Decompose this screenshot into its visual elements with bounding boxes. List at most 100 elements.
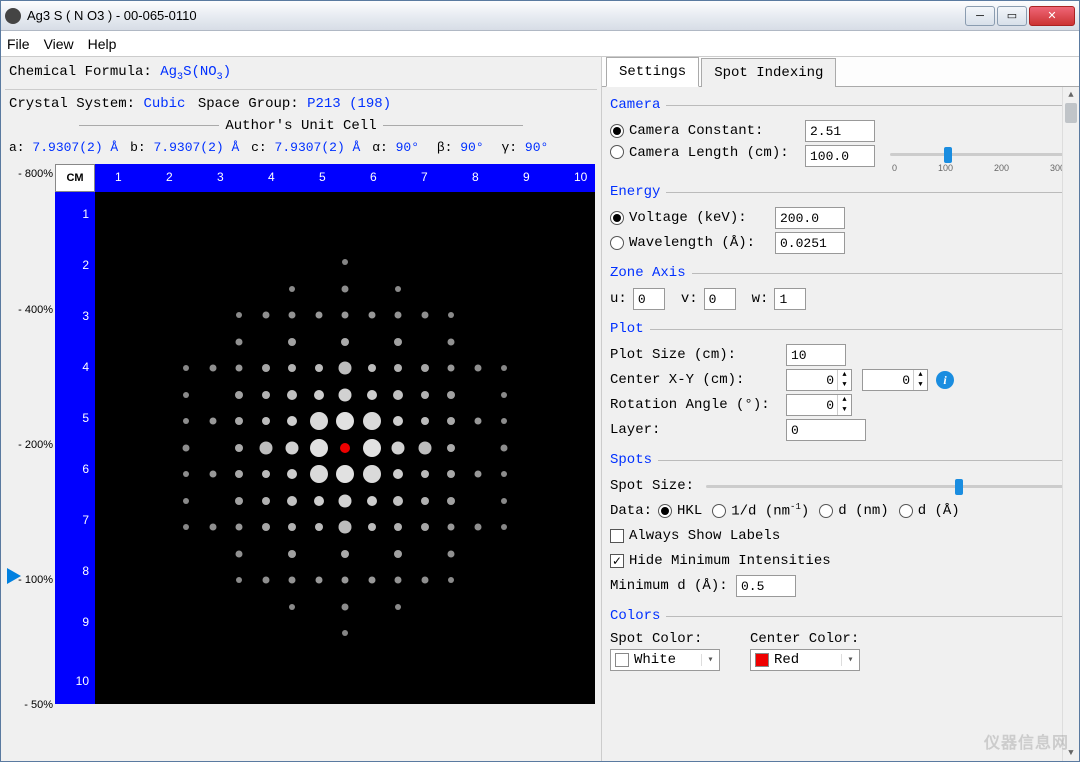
info-icon[interactable]: i [936,371,954,389]
diffraction-spot[interactable] [342,630,348,636]
diffraction-spot[interactable] [342,285,349,292]
diffraction-spot[interactable] [368,312,375,319]
voltage-input[interactable] [775,207,845,229]
diffraction-spot[interactable] [262,364,270,372]
diffraction-spot[interactable] [183,418,189,424]
diffraction-spot[interactable] [235,417,243,425]
diffraction-spot[interactable] [287,496,297,506]
diffraction-spot[interactable] [367,390,377,400]
diffraction-spot[interactable] [262,391,270,399]
center-spot[interactable] [340,443,350,453]
diffraction-spot[interactable] [421,417,429,425]
diffraction-spot[interactable] [421,391,429,399]
data-hkl-radio[interactable] [658,504,672,518]
center-y-spinner[interactable]: ▲▼ [862,369,928,391]
diffraction-spot[interactable] [341,338,349,346]
diffraction-spot[interactable] [393,496,403,506]
diffraction-spot[interactable] [448,338,455,345]
diffraction-spot[interactable] [342,603,349,610]
diffraction-spot[interactable] [315,523,323,531]
diffraction-spot[interactable] [363,412,381,430]
camera-constant-radio[interactable] [610,124,624,138]
diffraction-spot[interactable] [421,523,429,531]
diffraction-spot[interactable] [236,524,243,531]
u-input[interactable] [633,288,665,310]
diffraction-spot[interactable] [235,444,243,452]
spot-color-dropdown[interactable]: White ▾ [610,649,720,671]
wavelength-input[interactable] [775,232,845,254]
center-x-spinner[interactable]: ▲▼ [786,369,852,391]
diffraction-spot[interactable] [236,365,243,372]
diffraction-spot[interactable] [262,577,269,584]
diffraction-spot[interactable] [236,338,243,345]
diffraction-spot[interactable] [236,577,242,583]
hide-min-checkbox[interactable]: ✓ [610,554,624,568]
diffraction-spot[interactable] [235,470,243,478]
diffraction-spot[interactable] [262,497,270,505]
diffraction-spot[interactable] [421,364,429,372]
diffraction-spot[interactable] [501,365,507,371]
diffraction-spot[interactable] [363,465,381,483]
diffraction-spot[interactable] [288,523,296,531]
diffraction-spot[interactable] [287,416,297,426]
diffraction-spot[interactable] [289,286,295,292]
diffraction-spot[interactable] [209,471,216,478]
diffraction-spot[interactable] [368,523,376,531]
diffraction-spot[interactable] [183,444,190,451]
w-input[interactable] [774,288,806,310]
diffraction-spot[interactable] [448,365,455,372]
settings-scrollbar[interactable]: ▲ ▼ [1062,87,1079,761]
diffraction-spot[interactable] [286,441,299,454]
plot-size-input[interactable] [786,344,846,366]
diffraction-spot[interactable] [393,390,403,400]
diffraction-spot[interactable] [287,469,297,479]
diffraction-spot[interactable] [421,497,429,505]
diffraction-spot[interactable] [288,364,296,372]
diffraction-spot[interactable] [395,286,401,292]
camera-length-input[interactable] [805,145,875,167]
minimize-button[interactable]: ─ [965,6,995,26]
diffraction-spot[interactable] [339,388,352,401]
diffraction-spot[interactable] [341,550,349,558]
diffraction-pattern[interactable] [95,192,595,704]
diffraction-spot[interactable] [315,364,323,372]
diffraction-spot[interactable] [314,390,324,400]
diffraction-spot[interactable] [310,465,328,483]
diffraction-spot[interactable] [394,364,402,372]
voltage-radio[interactable] [610,211,624,225]
diffraction-spot[interactable] [368,577,375,584]
always-labels-checkbox[interactable] [610,529,624,543]
zoom-pointer-icon[interactable] [7,568,21,584]
diffraction-spot[interactable] [501,444,508,451]
diffraction-spot[interactable] [288,550,296,558]
diffraction-spot[interactable] [259,441,272,454]
diffraction-spot[interactable] [448,577,454,583]
diffraction-spot[interactable] [310,439,328,457]
diffraction-spot[interactable] [236,550,243,557]
diffraction-spot[interactable] [447,497,455,505]
tab-spot-indexing[interactable]: Spot Indexing [701,58,836,87]
diffraction-spot[interactable] [394,338,402,346]
menu-file[interactable]: File [7,36,30,52]
diffraction-spot[interactable] [262,523,270,531]
diffraction-spot[interactable] [310,412,328,430]
diffraction-spot[interactable] [183,365,189,371]
maximize-button[interactable]: ▭ [997,6,1027,26]
center-color-dropdown[interactable]: Red ▾ [750,649,860,671]
diffraction-spot[interactable] [447,417,455,425]
scroll-up-icon[interactable]: ▲ [1063,87,1079,103]
diffraction-spot[interactable] [393,416,403,426]
diffraction-spot[interactable] [235,497,243,505]
scroll-thumb[interactable] [1065,103,1077,123]
diffraction-spot[interactable] [183,471,189,477]
diffraction-spot[interactable] [262,312,269,319]
zoom-slider[interactable]: 800% 400% 200% 100% 50% [5,164,55,704]
diffraction-spot[interactable] [395,312,402,319]
diffraction-spot[interactable] [235,391,243,399]
diffraction-spot[interactable] [236,312,242,318]
menu-help[interactable]: Help [88,36,117,52]
diffraction-spot[interactable] [368,364,376,372]
diffraction-spot[interactable] [421,312,428,319]
diffraction-spot[interactable] [262,417,270,425]
camera-length-radio[interactable] [610,145,624,159]
